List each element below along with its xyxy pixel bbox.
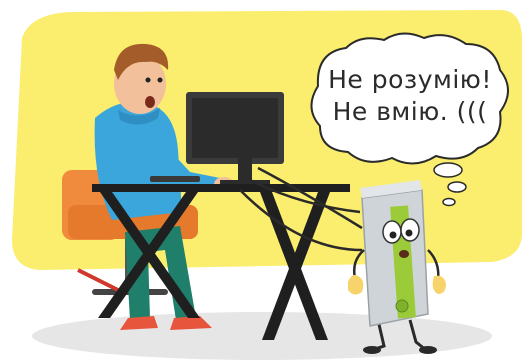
speech-bubble-line-1: Не розумію! <box>328 65 492 94</box>
speech-bubble-line-2: Не вмію. ((( <box>332 97 488 126</box>
speech-bubble-text: Не розумію! Не вмію. ((( <box>310 64 510 128</box>
illustration-scene <box>12 10 522 360</box>
